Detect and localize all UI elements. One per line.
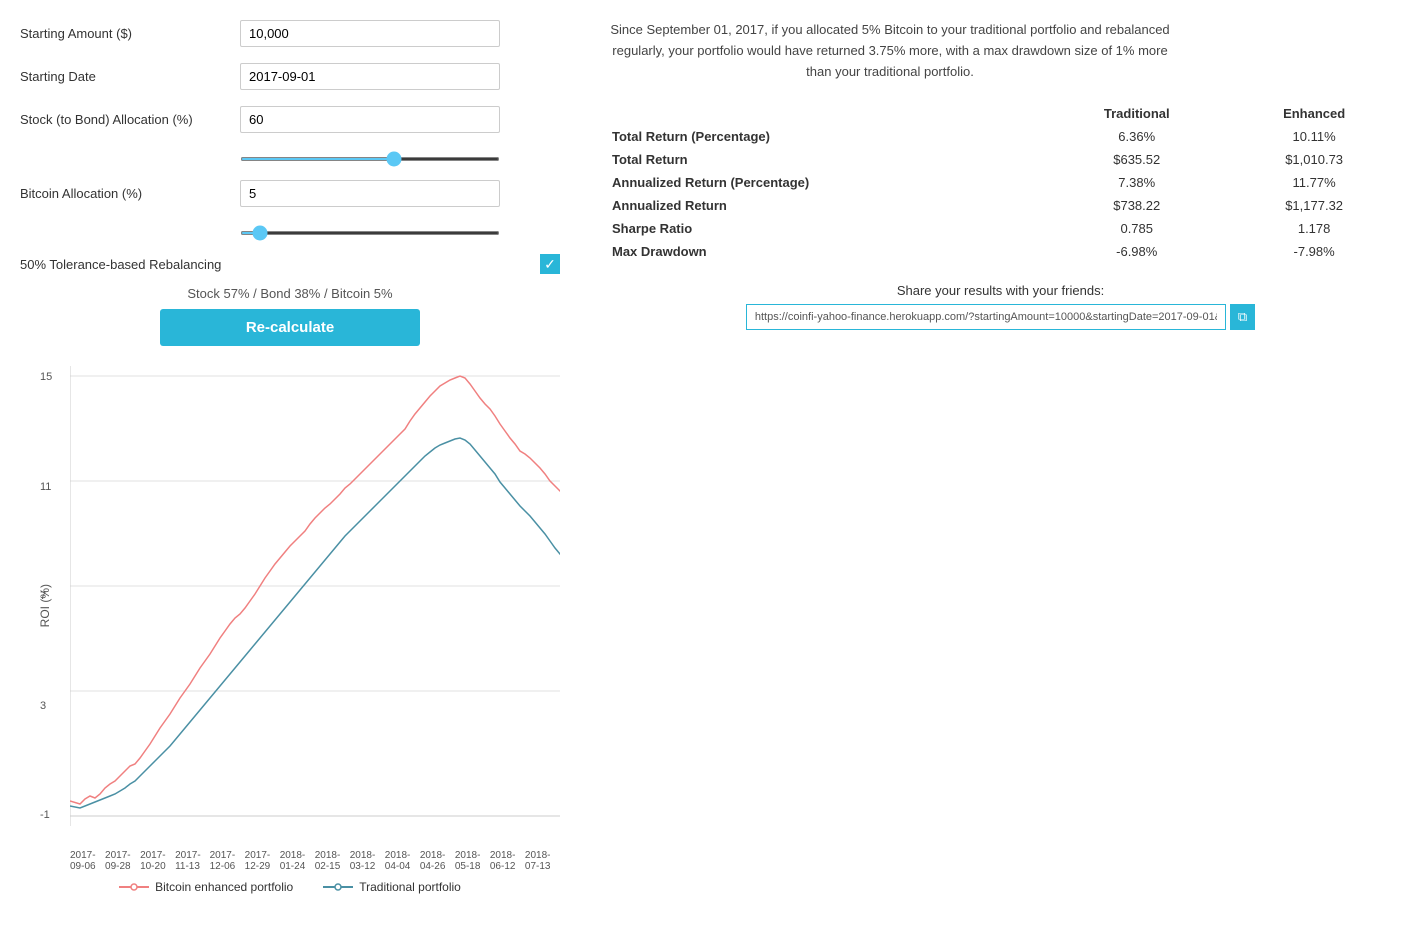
share-url-input[interactable] <box>746 304 1226 330</box>
allocation-text: Stock 57% / Bond 38% / Bitcoin 5% <box>20 286 560 301</box>
stock-allocation-slider[interactable] <box>240 157 500 161</box>
starting-amount-row: Starting Amount ($) <box>20 20 560 47</box>
stats-enhanced-1: $1,010.73 <box>1227 148 1401 171</box>
stats-enhanced-2: 11.77% <box>1227 171 1401 194</box>
y-tick-3: 3 <box>40 700 52 712</box>
stats-header-traditional: Traditional <box>1046 102 1227 125</box>
stats-label-2: Annualized Return (Percentage) <box>600 171 1046 194</box>
stats-row-1: Total Return $635.52 $1,010.73 <box>600 148 1401 171</box>
rebalancing-checkbox[interactable]: ✓ <box>540 254 560 274</box>
stats-label-5: Max Drawdown <box>600 240 1046 263</box>
stats-enhanced-0: 10.11% <box>1227 125 1401 148</box>
stats-row-5: Max Drawdown -6.98% -7.98% <box>600 240 1401 263</box>
x-label-1: 2017-09-28 <box>105 850 140 872</box>
legend-bitcoin-icon <box>119 881 149 893</box>
bitcoin-slider-row <box>20 223 560 238</box>
stats-header-enhanced: Enhanced <box>1227 102 1401 125</box>
x-label-7: 2018-02-15 <box>315 850 350 872</box>
stats-traditional-5: -6.98% <box>1046 240 1227 263</box>
legend-bitcoin: Bitcoin enhanced portfolio <box>119 880 293 894</box>
chart-legend: Bitcoin enhanced portfolio Traditional p… <box>20 880 560 894</box>
stats-enhanced-4: 1.178 <box>1227 217 1401 240</box>
x-label-12: 2018-06-12 <box>490 850 525 872</box>
recalculate-button[interactable]: Re-calculate <box>160 309 420 346</box>
x-label-5: 2017-12-29 <box>245 850 280 872</box>
starting-date-label: Starting Date <box>20 69 240 84</box>
starting-amount-label: Starting Amount ($) <box>20 26 240 41</box>
bitcoin-allocation-input[interactable] <box>240 180 500 207</box>
starting-amount-input[interactable] <box>240 20 500 47</box>
bitcoin-allocation-row: Bitcoin Allocation (%) <box>20 180 560 207</box>
x-label-6: 2018-01-24 <box>280 850 315 872</box>
y-tick-11: 11 <box>40 481 52 493</box>
x-label-10: 2018-04-26 <box>420 850 455 872</box>
x-label-13: 2018-07-13 <box>525 850 560 872</box>
bitcoin-allocation-label: Bitcoin Allocation (%) <box>20 186 240 201</box>
rebalancing-row: 50% Tolerance-based Rebalancing ✓ <box>20 254 560 274</box>
x-label-0: 2017-09-06 <box>70 850 105 872</box>
y-tick-15: 15 <box>40 371 52 383</box>
stats-enhanced-5: -7.98% <box>1227 240 1401 263</box>
y-tick-neg1: -1 <box>40 809 52 821</box>
stats-table: Traditional Enhanced Total Return (Perce… <box>600 102 1401 263</box>
stats-row-2: Annualized Return (Percentage) 7.38% 11.… <box>600 171 1401 194</box>
left-panel: Starting Amount ($) Starting Date Stock … <box>20 20 560 894</box>
stock-allocation-input[interactable] <box>240 106 500 133</box>
legend-bitcoin-label: Bitcoin enhanced portfolio <box>155 880 293 894</box>
rebalancing-label: 50% Tolerance-based Rebalancing <box>20 257 540 272</box>
share-input-row: ⧉ <box>600 304 1401 330</box>
stats-traditional-0: 6.36% <box>1046 125 1227 148</box>
right-panel: Since September 01, 2017, if you allocat… <box>600 20 1401 894</box>
x-label-8: 2018-03-12 <box>350 850 385 872</box>
y-tick-7: 7 <box>40 590 52 602</box>
stats-traditional-2: 7.38% <box>1046 171 1227 194</box>
x-label-4: 2017-12-06 <box>210 850 245 872</box>
legend-traditional-label: Traditional portfolio <box>359 880 461 894</box>
starting-date-input[interactable] <box>240 63 500 90</box>
stock-allocation-label: Stock (to Bond) Allocation (%) <box>20 112 240 127</box>
stats-traditional-1: $635.52 <box>1046 148 1227 171</box>
stock-slider-row <box>20 149 560 164</box>
x-label-3: 2017-11-13 <box>175 850 210 872</box>
stats-header-empty <box>600 102 1046 125</box>
stats-label-3: Annualized Return <box>600 194 1046 217</box>
stats-label-1: Total Return <box>600 148 1046 171</box>
stats-enhanced-3: $1,177.32 <box>1227 194 1401 217</box>
x-label-9: 2018-04-04 <box>385 850 420 872</box>
x-axis-labels: 2017-09-06 2017-09-28 2017-10-20 2017-11… <box>20 850 560 872</box>
share-label: Share your results with your friends: <box>600 283 1401 298</box>
stats-label-0: Total Return (Percentage) <box>600 125 1046 148</box>
share-section: Share your results with your friends: ⧉ <box>600 283 1401 330</box>
x-label-2: 2017-10-20 <box>140 850 175 872</box>
summary-text: Since September 01, 2017, if you allocat… <box>600 20 1180 82</box>
chart-wrapper: ROI (%) 15 11 7 3 -1 <box>20 366 560 894</box>
legend-traditional-icon <box>323 881 353 893</box>
stats-row-0: Total Return (Percentage) 6.36% 10.11% <box>600 125 1401 148</box>
stats-row-3: Annualized Return $738.22 $1,177.32 <box>600 194 1401 217</box>
starting-date-row: Starting Date <box>20 63 560 90</box>
bitcoin-allocation-slider[interactable] <box>240 231 500 235</box>
stats-traditional-4: 0.785 <box>1046 217 1227 240</box>
copy-button[interactable]: ⧉ <box>1230 304 1255 330</box>
stats-row-4: Sharpe Ratio 0.785 1.178 <box>600 217 1401 240</box>
x-label-11: 2018-05-18 <box>455 850 490 872</box>
stats-traditional-3: $738.22 <box>1046 194 1227 217</box>
legend-traditional: Traditional portfolio <box>323 880 461 894</box>
stock-allocation-row: Stock (to Bond) Allocation (%) <box>20 106 560 133</box>
stats-label-4: Sharpe Ratio <box>600 217 1046 240</box>
chart-svg <box>70 366 560 826</box>
